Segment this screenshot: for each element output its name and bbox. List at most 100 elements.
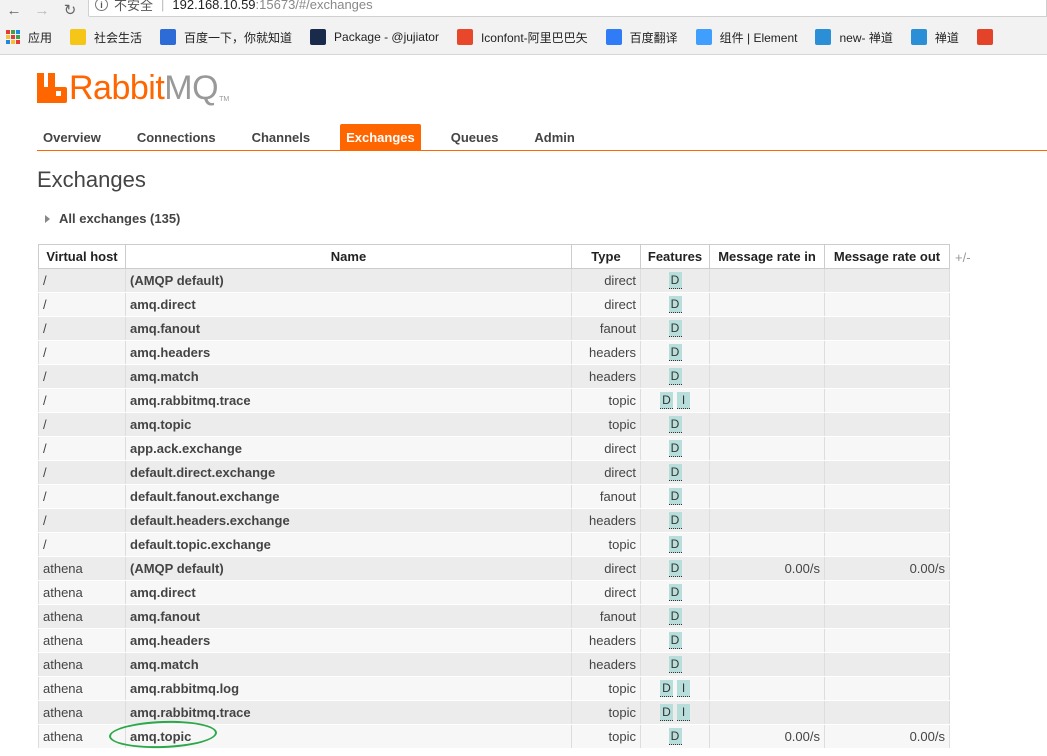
table-row: / default.fanout.exchange fanout D bbox=[38, 484, 950, 509]
durable-badge[interactable]: D bbox=[668, 632, 682, 650]
rabbitmq-logo[interactable]: Rabbit MQ TM bbox=[37, 69, 229, 107]
bookmark-2[interactable]: 百度一下，你就知道 bbox=[160, 29, 292, 46]
col-type-header[interactable]: Type bbox=[571, 244, 641, 269]
type-cell: fanout bbox=[571, 484, 641, 509]
back-arrow-icon[interactable]: ← bbox=[0, 0, 28, 20]
exchange-name-link[interactable]: amq.fanout bbox=[125, 604, 572, 629]
rate-in-cell bbox=[709, 364, 825, 389]
features-cell: D bbox=[640, 292, 710, 317]
exchange-name-link[interactable]: default.direct.exchange bbox=[125, 460, 572, 485]
exchange-name-link[interactable]: amq.direct bbox=[125, 292, 572, 317]
col-name-header[interactable]: Name bbox=[125, 244, 572, 269]
tab-connections[interactable]: Connections bbox=[131, 124, 222, 151]
reload-icon[interactable]: ↻ bbox=[56, 0, 84, 20]
exchange-name-link[interactable]: app.ack.exchange bbox=[125, 436, 572, 461]
exchange-name-link[interactable]: amq.headers bbox=[125, 628, 572, 653]
type-cell: topic bbox=[571, 412, 641, 437]
rate-out-cell bbox=[824, 604, 950, 629]
bookmark-6[interactable]: 组件 | Element bbox=[695, 29, 798, 46]
bookmark-1[interactable]: 社会生活 bbox=[70, 29, 142, 46]
forward-arrow-icon[interactable]: → bbox=[28, 0, 56, 20]
bookmark-5[interactable]: 百度翻译 bbox=[605, 29, 678, 46]
type-cell: headers bbox=[571, 364, 641, 389]
tab-admin[interactable]: Admin bbox=[528, 124, 580, 151]
vhost-cell: athena bbox=[38, 604, 126, 629]
durable-badge[interactable]: D bbox=[668, 536, 682, 554]
internal-badge[interactable]: I bbox=[677, 680, 690, 698]
tab-channels[interactable]: Channels bbox=[246, 124, 317, 151]
bookmark-3[interactable]: Package - @jujiator bbox=[310, 29, 439, 45]
durable-badge[interactable]: D bbox=[668, 320, 682, 338]
internal-badge[interactable]: I bbox=[677, 704, 690, 722]
durable-badge[interactable]: D bbox=[660, 680, 673, 698]
tab-overview[interactable]: Overview bbox=[37, 124, 107, 151]
durable-badge[interactable]: D bbox=[668, 512, 682, 530]
exchange-name-link[interactable]: amq.rabbitmq.log bbox=[125, 676, 572, 701]
features-cell: D bbox=[640, 508, 710, 533]
bookmark-8[interactable]: 禅道 bbox=[910, 29, 959, 46]
internal-badge[interactable]: I bbox=[677, 392, 690, 410]
exchange-name-link[interactable]: amq.headers bbox=[125, 340, 572, 365]
table-row: athena amq.fanout fanout D bbox=[38, 604, 950, 629]
exchange-name-link[interactable]: amq.match bbox=[125, 364, 572, 389]
durable-badge[interactable]: D bbox=[668, 464, 682, 482]
vhost-cell: / bbox=[38, 436, 126, 461]
bookmark-4[interactable]: Iconfont-阿里巴巴矢 bbox=[456, 29, 588, 46]
bookmark-7[interactable]: new- 禅道 bbox=[815, 29, 893, 46]
durable-badge[interactable]: D bbox=[668, 728, 682, 746]
rate-out-cell bbox=[824, 676, 950, 701]
exchange-name-link[interactable]: amq.rabbitmq.trace bbox=[125, 388, 572, 413]
rate-in-cell bbox=[709, 508, 825, 533]
rate-out-cell bbox=[824, 628, 950, 653]
exchange-name-link[interactable]: (AMQP default) bbox=[125, 556, 572, 581]
exchange-name-link[interactable]: amq.match bbox=[125, 652, 572, 677]
vhost-cell: / bbox=[38, 268, 126, 293]
apps-grid-icon bbox=[6, 30, 20, 44]
exchange-name-link[interactable]: amq.direct bbox=[125, 580, 572, 605]
all-exchanges-toggle[interactable]: All exchanges (135) bbox=[45, 211, 180, 226]
bookmark-0[interactable]: 应用 bbox=[6, 29, 52, 46]
exchange-name-link[interactable]: amq.fanout bbox=[125, 316, 572, 341]
rate-out-cell bbox=[824, 700, 950, 725]
exchange-name-link[interactable]: (AMQP default) bbox=[125, 268, 572, 293]
features-cell: D bbox=[640, 580, 710, 605]
tab-exchanges[interactable]: Exchanges bbox=[340, 124, 421, 151]
rate-out-cell bbox=[824, 316, 950, 341]
bookmark-9[interactable] bbox=[976, 29, 1001, 45]
durable-badge[interactable]: D bbox=[668, 440, 682, 458]
type-cell: direct bbox=[571, 580, 641, 605]
security-label: 不安全 bbox=[114, 0, 154, 13]
columns-toggle-button[interactable]: +/- bbox=[955, 250, 971, 265]
rate-out-cell: 0.00/s bbox=[824, 724, 950, 749]
durable-badge[interactable]: D bbox=[668, 368, 682, 386]
durable-badge[interactable]: D bbox=[668, 272, 682, 290]
col-virtual-host-header[interactable]: Virtual host bbox=[38, 244, 126, 269]
address-bar[interactable]: i 不安全 | 192.168.10.59:15673/#/exchanges bbox=[88, 0, 1047, 17]
durable-badge[interactable]: D bbox=[660, 392, 673, 410]
bookmark-label: 组件 | Element bbox=[719, 30, 798, 45]
exchange-name-link[interactable]: default.fanout.exchange bbox=[125, 484, 572, 509]
durable-badge[interactable]: D bbox=[660, 704, 673, 722]
col-rate-out-header[interactable]: Message rate out bbox=[824, 244, 950, 269]
durable-badge[interactable]: D bbox=[668, 656, 682, 674]
vhost-cell: athena bbox=[38, 628, 126, 653]
exchange-name-link[interactable]: amq.rabbitmq.trace bbox=[125, 700, 572, 725]
durable-badge[interactable]: D bbox=[668, 488, 682, 506]
tab-queues[interactable]: Queues bbox=[445, 124, 505, 151]
col-features-header[interactable]: Features bbox=[640, 244, 710, 269]
exchange-name-link[interactable]: amq.topic bbox=[125, 412, 572, 437]
logo-text-mq: MQ bbox=[164, 69, 219, 107]
durable-badge[interactable]: D bbox=[668, 344, 682, 362]
table-row: / amq.rabbitmq.trace topic D I bbox=[38, 388, 950, 413]
exchange-name-link[interactable]: default.headers.exchange bbox=[125, 508, 572, 533]
col-rate-in-header[interactable]: Message rate in bbox=[709, 244, 825, 269]
durable-badge[interactable]: D bbox=[668, 560, 682, 578]
durable-badge[interactable]: D bbox=[668, 584, 682, 602]
info-icon[interactable]: i bbox=[95, 0, 108, 11]
features-cell: D bbox=[640, 340, 710, 365]
rate-in-cell bbox=[709, 580, 825, 605]
exchange-name-link[interactable]: default.topic.exchange bbox=[125, 532, 572, 557]
durable-badge[interactable]: D bbox=[668, 416, 682, 434]
durable-badge[interactable]: D bbox=[668, 296, 682, 314]
durable-badge[interactable]: D bbox=[668, 608, 682, 626]
